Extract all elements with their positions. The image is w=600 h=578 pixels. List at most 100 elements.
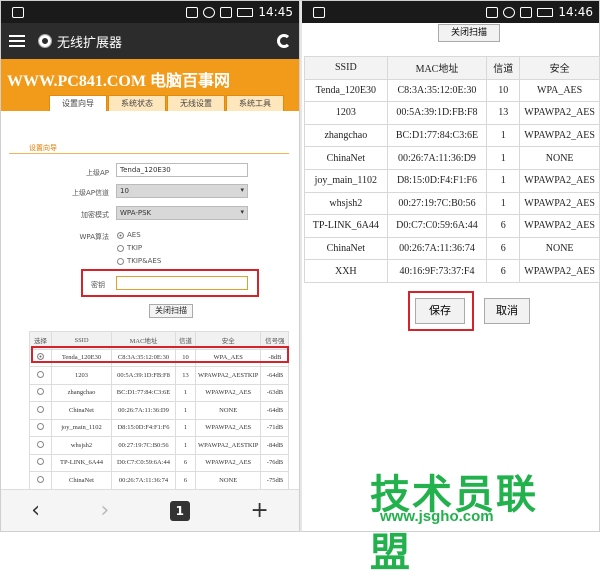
table-cell: joy_main_1102 (304, 168, 388, 193)
tab-setup-wizard[interactable]: 设置向导 (49, 95, 107, 111)
table-cell: 10 (486, 78, 521, 103)
encryption-select[interactable]: WPA-PSK (116, 206, 248, 220)
table-row[interactable]: joy_main_1102 D8:15:0D:F4:F1:F6 1 WPAWPA2_A… (304, 168, 600, 193)
select-radio[interactable] (29, 436, 52, 455)
app-bar: 无线扩展器 (1, 23, 299, 59)
radio-aes[interactable]: AES (117, 231, 141, 239)
close-scan-button[interactable]: 关闭扫描 (149, 304, 193, 318)
table-row[interactable]: 1203 00:5A:39:1D:FB:F8 13 WPAWPA2_AESTKIP -6… (29, 366, 290, 385)
select-radio[interactable] (29, 366, 52, 385)
table-cell: 00:26:7A:11:36:74 (386, 236, 488, 261)
channel-label: 上级AP信道 (71, 189, 109, 197)
table-row[interactable]: whsjsh2 00:27:19:7C:B0:56 1 WPAWPA2_AESTKIP… (29, 436, 290, 455)
table-cell: -63dB (260, 383, 290, 402)
cancel-button[interactable]: 取消 (484, 298, 530, 324)
table-cell: 6 (486, 236, 521, 261)
table-row[interactable]: joy_main_1102 D8:15:0D:F4:F1:F6 1 WPAWPA2_A… (29, 418, 290, 437)
table-cell: 1 (486, 168, 521, 193)
forward-icon[interactable]: › (101, 498, 110, 523)
back-icon[interactable]: ‹ (31, 498, 40, 523)
table-cell: -76dB (260, 453, 290, 472)
close-scan-button-right[interactable]: 关闭扫描 (438, 24, 500, 42)
table-cell: WPAWPA2_AES (194, 383, 262, 402)
radio-tkip[interactable]: TKIP (117, 244, 142, 252)
table-cell: ChinaNet (304, 236, 388, 261)
table-row[interactable]: ChinaNet 00:26:7A:11:36:D9 1 NONE (304, 146, 600, 170)
table-cell: -75dB (260, 471, 290, 490)
table-cell: 1203 (51, 366, 112, 385)
select-radio[interactable] (29, 401, 52, 420)
alarm-icon (503, 6, 516, 18)
radio-dot-icon (37, 475, 44, 483)
save-button[interactable]: 保存 (415, 298, 465, 324)
table-row[interactable]: whsjsh2 00:27:19:7C:B0:56 1 WPAWPA2_AES (304, 191, 600, 216)
password-input[interactable] (116, 276, 248, 290)
table-cell: 00:5A:39:1D:FB:F8 (386, 101, 488, 125)
table-row[interactable]: TP-LINK_6A44 D0:C7:C0:59:6A:44 6 WPAWPA2_AE… (304, 214, 600, 238)
tab-count-badge[interactable]: 1 (169, 500, 190, 521)
table-row[interactable]: TP-LINK_6A44 D0:C7:C0:59:6A:44 6 WPAWPA2_AE… (29, 453, 290, 472)
table-cell: -84dB (260, 436, 290, 455)
table-cell: 13 (486, 101, 521, 125)
table-cell: WPAWPA2_AES (194, 453, 262, 472)
table-row[interactable]: ChinaNet 00:26:7A:11:36:74 6 NONE -75dB (29, 471, 290, 490)
table-cell: D8:15:0D:F4:F1:F6 (386, 168, 488, 193)
app-title: 无线扩展器 (57, 35, 123, 51)
radio-dot-icon (117, 257, 124, 265)
status-time: 14:45 (258, 5, 293, 19)
table-row[interactable]: 1203 00:5A:39:1D:FB:F8 13 WPAWPA2_AES (304, 101, 600, 125)
table-row[interactable]: zhangchao BC:D1:77:84:C3:6E 1 WPAWPA2_AES -6… (29, 383, 290, 402)
table-cell: -71dB (260, 418, 290, 437)
table-cell: NONE (519, 236, 600, 261)
menu-icon[interactable] (9, 35, 25, 47)
tab-system-status[interactable]: 系统状态 (108, 95, 166, 111)
table-row[interactable]: ChinaNet 00:26:7A:11:36:74 6 NONE (304, 236, 600, 261)
table-cell: BC:D1:77:84:C3:6E (386, 123, 488, 148)
mute-icon (486, 6, 499, 18)
table-cell: TP-LINK_6A44 (51, 453, 112, 472)
table-cell: 1 (486, 123, 521, 148)
radio-dot-icon (117, 231, 124, 239)
channel-select[interactable]: 10 (116, 184, 248, 198)
select-radio[interactable] (29, 418, 52, 437)
table-cell: -64dB (260, 366, 290, 385)
status-bar: 14:46 (302, 1, 599, 23)
tab-wireless-settings[interactable]: 无线设置 (167, 95, 225, 111)
table-cell: BC:D1:77:84:C3:6E (111, 383, 176, 402)
table-cell: 1 (175, 418, 196, 437)
table-cell: 1203 (304, 101, 388, 125)
table-cell: WPAWPA2_AES (519, 123, 600, 148)
table-row[interactable]: ChinaNet 00:26:7A:11:36:D9 1 NONE -64dB (29, 401, 290, 420)
radio-tkip-aes[interactable]: TKIP&AES (117, 257, 161, 265)
table-cell: 00:26:7A:11:36:D9 (111, 401, 176, 420)
table-cell: zhangchao (304, 123, 388, 148)
table-cell: WPAWPA2_AES (194, 418, 262, 437)
add-tab-icon[interactable]: + (250, 498, 268, 523)
table-cell: WPAWPA2_AES (519, 214, 600, 238)
table-cell: ChinaNet (304, 146, 388, 170)
table-cell: 13 (175, 366, 196, 385)
selected-row-highlight (31, 346, 289, 363)
table-cell: 40:16:9F:73:37:F4 (386, 259, 488, 283)
wifi-icon (220, 6, 233, 18)
app-logo-icon (39, 35, 51, 47)
table-cell: ChinaNet (51, 401, 112, 420)
wifi-icon (520, 6, 533, 18)
table-cell: 00:26:7A:11:36:D9 (386, 146, 488, 170)
wpa-algo-label: WPA算法 (79, 233, 109, 241)
upper-ap-label: 上级AP (85, 169, 109, 177)
table-row[interactable]: XXH 40:16:9F:73:37:F4 6 WPAWPA2_AES (304, 259, 600, 283)
select-radio[interactable] (29, 383, 52, 402)
table-cell: zhangchao (51, 383, 112, 402)
reload-icon[interactable] (277, 34, 291, 48)
table-cell: WPAWPA2_AES (519, 168, 600, 193)
table-row[interactable]: zhangchao BC:D1:77:84:C3:6E 1 WPAWPA2_AES (304, 123, 600, 148)
encryption-label: 加密模式 (81, 211, 109, 219)
select-radio[interactable] (29, 471, 52, 490)
tab-system-tools[interactable]: 系统工具 (226, 95, 284, 111)
select-radio[interactable] (29, 453, 52, 472)
image-icon (313, 6, 325, 18)
radio-dot-icon (37, 458, 44, 466)
upper-ap-input[interactable]: Tenda_120E30 (116, 163, 248, 177)
table-row[interactable]: Tenda_120E30 C8:3A:35:12:0E:30 10 WPA_AES (304, 78, 600, 103)
